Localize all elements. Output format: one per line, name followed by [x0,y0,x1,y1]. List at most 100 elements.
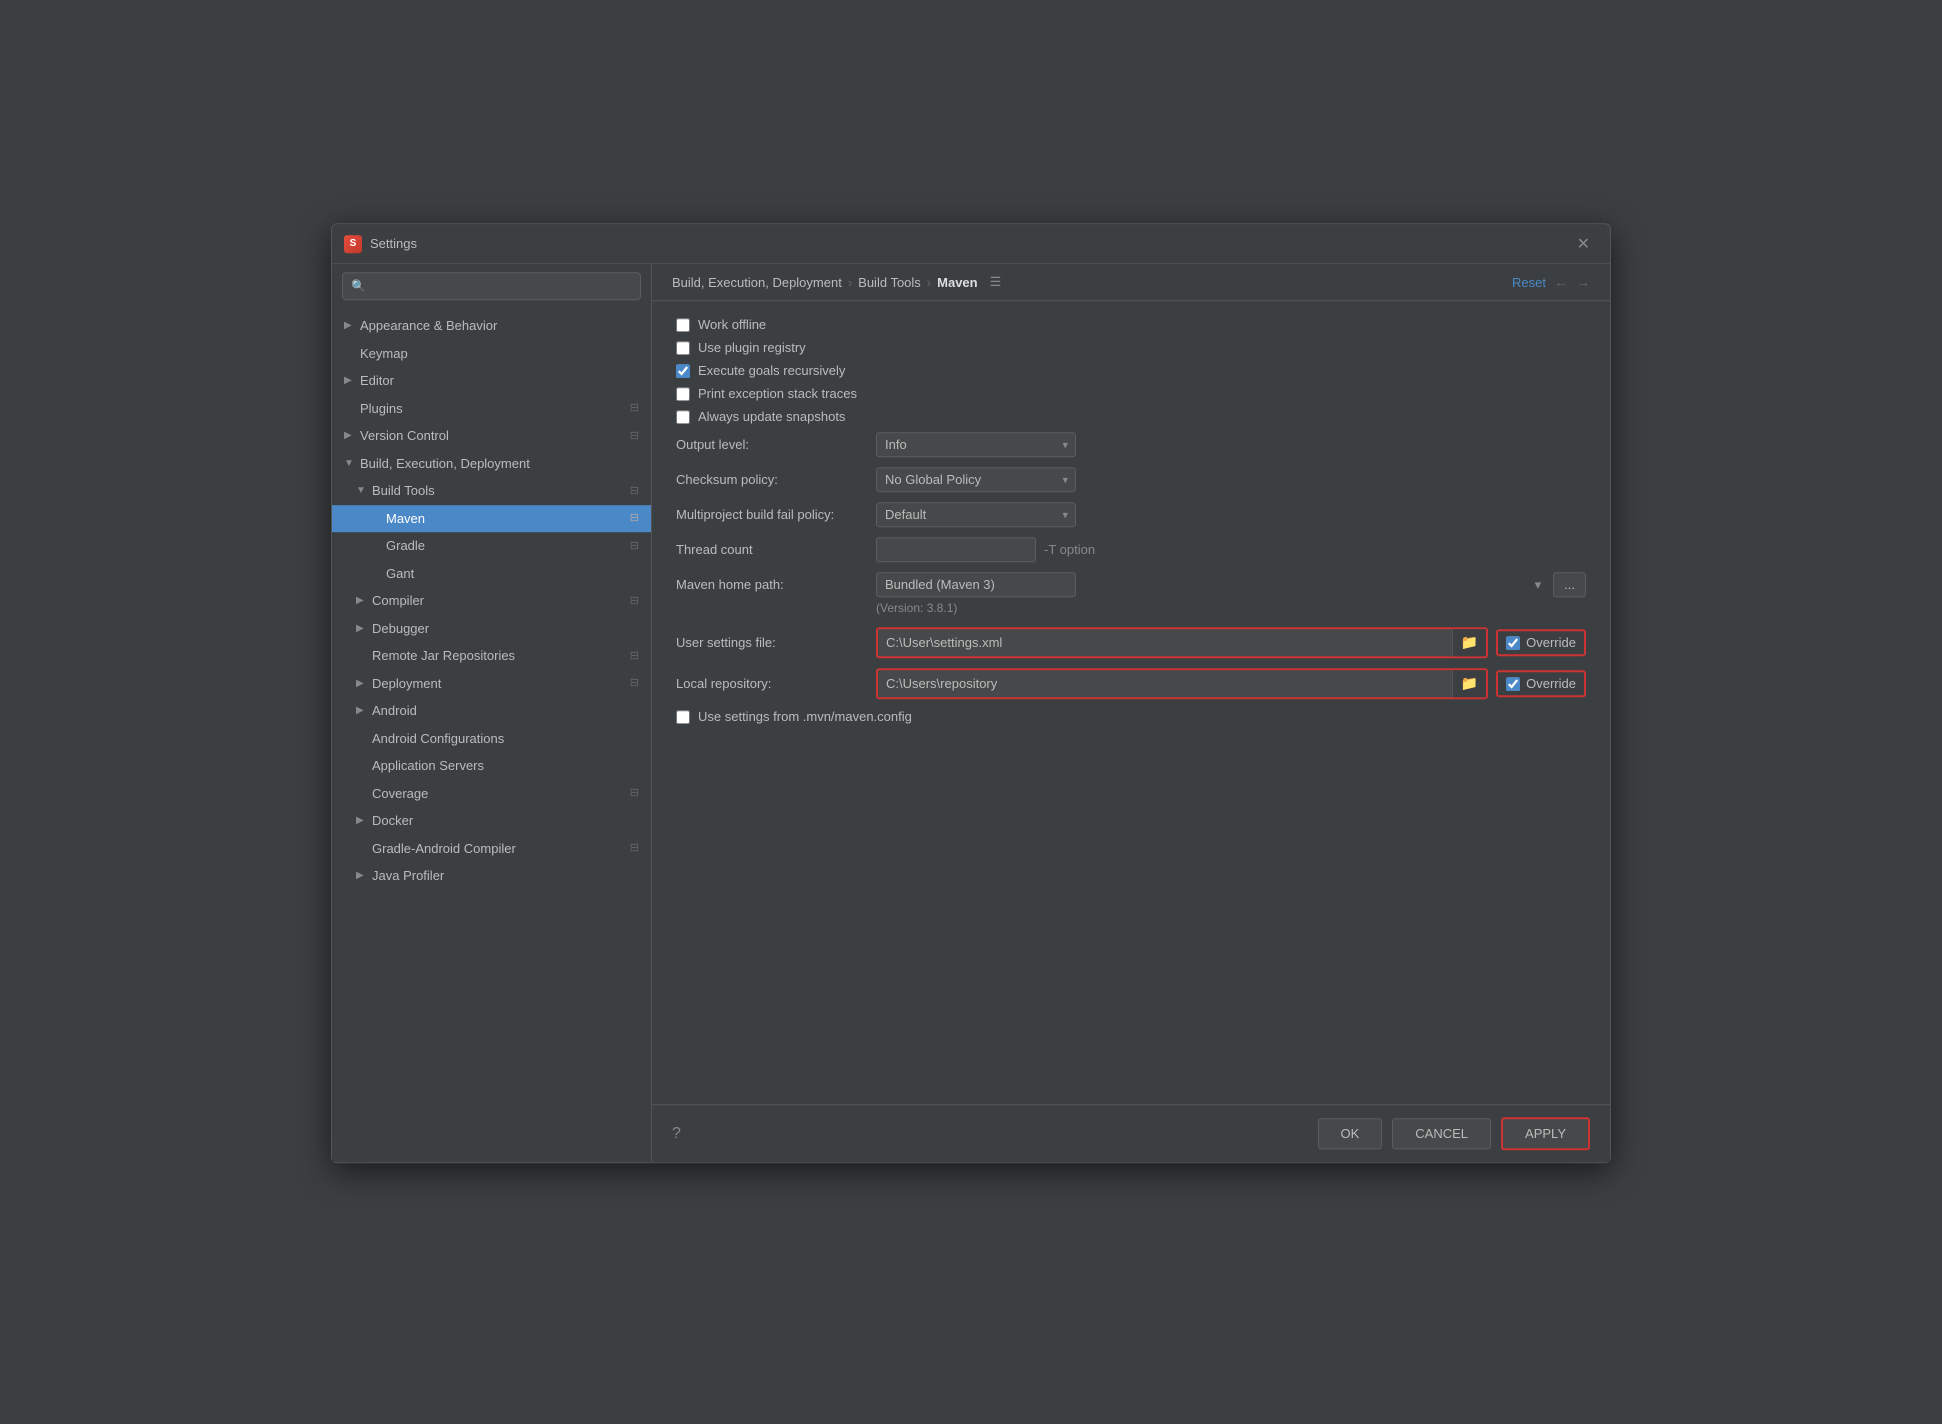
search-icon: 🔍 [351,279,366,293]
sidebar-item-appearance[interactable]: ▶ Appearance & Behavior [332,312,651,340]
forward-button[interactable]: → [1576,274,1590,290]
maven-version-text: (Version: 3.8.1) [876,601,1586,615]
checksum-policy-select-wrapper: No Global Policy Fail Warn Ignore [876,467,1076,492]
search-box[interactable]: 🔍 [342,272,641,300]
sidebar-item-version-control[interactable]: ▶ Version Control ⊟ [332,422,651,450]
settings-icon: ⊟ [630,648,639,665]
sidebar-item-java-profiler[interactable]: ▶ Java Profiler [332,862,651,890]
local-repo-override-wrapper: Override [1496,670,1586,697]
cancel-button[interactable]: CANCEL [1392,1118,1491,1149]
breadcrumb-sep-2: › [927,275,931,290]
sidebar-item-label: Version Control [360,426,449,446]
user-settings-input-wrapper: 📁 [876,627,1488,658]
sidebar-item-remote-jar[interactable]: Remote Jar Repositories ⊟ [332,642,651,670]
sidebar-item-gradle-android[interactable]: Gradle-Android Compiler ⊟ [332,835,651,863]
arrow-icon: ▶ [356,813,368,828]
work-offline-row: Work offline [676,317,1586,332]
thread-count-input[interactable] [876,537,1036,562]
user-settings-browse-button[interactable]: 📁 [1452,629,1486,656]
sidebar-item-label: Build Tools [372,481,435,501]
app-icon: S [344,235,362,253]
local-repo-row: Local repository: 📁 Override [676,668,1586,699]
local-repo-label: Local repository: [676,676,876,691]
arrow-icon: ▶ [356,703,368,718]
user-settings-override-label: Override [1526,635,1576,650]
sidebar-item-editor[interactable]: ▶ Editor [332,367,651,395]
sidebar-item-android-configs[interactable]: Android Configurations [332,725,651,753]
sidebar-item-build-tools[interactable]: ▼ Build Tools ⊟ [332,477,651,505]
sidebar-item-maven[interactable]: Maven ⊟ [332,505,651,533]
right-panel: Build, Execution, Deployment › Build Too… [652,264,1610,1162]
local-repo-override-checkbox[interactable] [1506,677,1520,691]
sidebar-item-label: Remote Jar Repositories [372,646,515,666]
local-repo-browse-button[interactable]: 📁 [1452,670,1486,697]
use-plugin-registry-row: Use plugin registry [676,340,1586,355]
breadcrumb-part-2[interactable]: Build Tools [858,275,921,290]
local-repo-input[interactable] [878,671,1452,696]
sidebar-item-label: Maven [386,509,425,529]
arrow-icon: ▶ [344,318,356,333]
t-option-label: -T option [1044,542,1095,557]
sidebar-item-compiler[interactable]: ▶ Compiler ⊟ [332,587,651,615]
settings-icon: ⊟ [630,483,639,500]
maven-home-select[interactable]: Bundled (Maven 3) Custom [876,572,1076,597]
user-settings-input[interactable] [878,630,1452,655]
apply-button[interactable]: APPLY [1501,1117,1590,1150]
sidebar-item-label: Gradle-Android Compiler [372,839,516,859]
output-level-row: Output level: Info Debug Error Warn [676,432,1586,457]
sidebar-item-label: Debugger [372,619,429,639]
output-level-select-wrapper: Info Debug Error Warn [876,432,1076,457]
checksum-policy-select[interactable]: No Global Policy Fail Warn Ignore [876,467,1076,492]
reset-button[interactable]: Reset [1512,275,1546,290]
arrow-icon: ▼ [344,456,356,471]
ok-button[interactable]: OK [1318,1118,1383,1149]
sidebar-item-keymap[interactable]: Keymap [332,340,651,368]
multiproject-fail-select[interactable]: Default Fail At End Never Fail Fail Fast [876,502,1076,527]
sidebar-item-docker[interactable]: ▶ Docker [332,807,651,835]
sidebar-item-android[interactable]: ▶ Android [332,697,651,725]
maven-home-browse-button[interactable]: ... [1553,572,1586,597]
sidebar-item-debugger[interactable]: ▶ Debugger [332,615,651,643]
sidebar-item-label: Build, Execution, Deployment [360,454,530,474]
menu-icon[interactable]: ☰ [990,274,1002,290]
local-repo-override-label: Override [1526,676,1576,691]
thread-count-label: Thread count [676,542,876,557]
breadcrumb-part-1[interactable]: Build, Execution, Deployment [672,275,842,290]
arrow-icon: ▼ [356,483,368,498]
sidebar-item-label: Gant [386,564,414,584]
maven-home-path-row: Maven home path: Bundled (Maven 3) Custo… [676,572,1586,597]
print-exception-row: Print exception stack traces [676,386,1586,401]
help-icon[interactable]: ? [672,1125,681,1143]
sidebar-item-build-exec[interactable]: ▼ Build, Execution, Deployment [332,450,651,478]
maven-home-label: Maven home path: [676,577,876,592]
sidebar-item-label: Application Servers [372,756,484,776]
use-plugin-registry-label: Use plugin registry [698,340,806,355]
print-exception-checkbox[interactable] [676,387,690,401]
output-level-select[interactable]: Info Debug Error Warn [876,432,1076,457]
sidebar-item-label: Editor [360,371,394,391]
settings-icon: ⊟ [630,593,639,610]
search-input[interactable] [372,279,632,294]
always-update-checkbox[interactable] [676,410,690,424]
sidebar-item-gradle[interactable]: Gradle ⊟ [332,532,651,560]
use-plugin-registry-checkbox[interactable] [676,341,690,355]
use-settings-mvn-checkbox[interactable] [676,710,690,724]
sidebar-item-app-servers[interactable]: Application Servers [332,752,651,780]
execute-goals-row: Execute goals recursively [676,363,1586,378]
work-offline-checkbox[interactable] [676,318,690,332]
settings-icon: ⊟ [630,538,639,555]
sidebar-item-deployment[interactable]: ▶ Deployment ⊟ [332,670,651,698]
title-bar: S Settings ✕ [332,224,1610,264]
execute-goals-checkbox[interactable] [676,364,690,378]
sidebar-item-label: Android Configurations [372,729,504,749]
back-button[interactable]: ← [1554,274,1568,290]
close-button[interactable]: ✕ [1569,230,1598,258]
sidebar-item-coverage[interactable]: Coverage ⊟ [332,780,651,808]
breadcrumb-part-3[interactable]: Maven [937,275,977,290]
sidebar-item-label: Docker [372,811,413,831]
arrow-icon: ▶ [356,868,368,883]
sidebar-item-plugins[interactable]: Plugins ⊟ [332,395,651,423]
user-settings-override-checkbox[interactable] [1506,636,1520,650]
sidebar-item-label: Java Profiler [372,866,444,886]
sidebar-item-gant[interactable]: Gant [332,560,651,588]
